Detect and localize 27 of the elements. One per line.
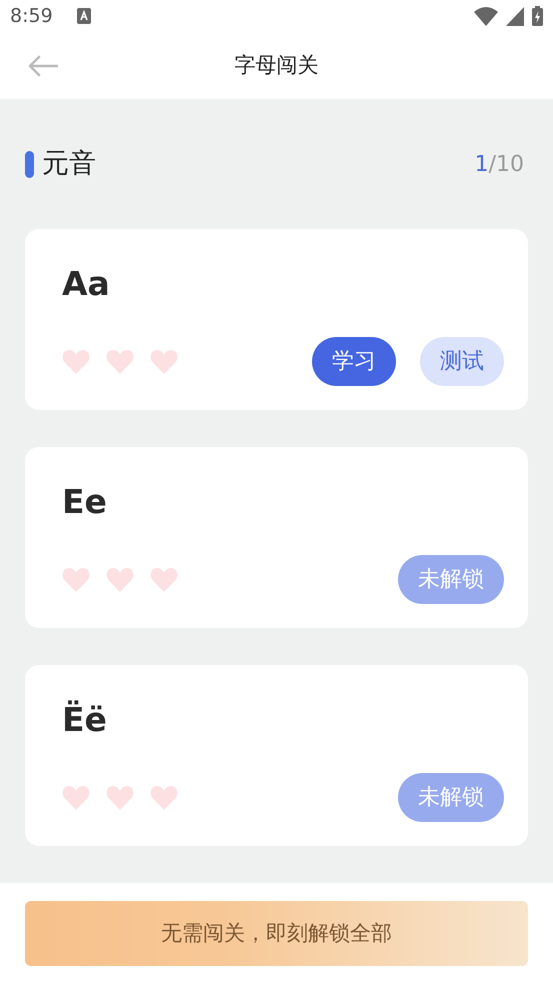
progress-total: /10 [488, 150, 524, 178]
heart-icon [106, 785, 134, 810]
back-icon[interactable] [28, 54, 58, 77]
letter-title: Ee [62, 485, 108, 518]
status-time: 8:59 [10, 4, 53, 29]
page-title: 字母闯关 [234, 52, 318, 79]
test-button[interactable]: 测试 [420, 337, 504, 386]
heart-icon [106, 349, 134, 374]
keyboard-icon [76, 8, 91, 24]
heart-icon [106, 567, 134, 592]
heart-icon [62, 567, 90, 592]
section-title: 元音 [42, 146, 96, 181]
letter-title: Aa [62, 267, 111, 300]
heart-icon [150, 567, 178, 592]
heart-icon [62, 785, 90, 810]
locked-button[interactable]: 未解锁 [398, 555, 504, 604]
progress-current: 1 [474, 150, 489, 178]
heart-icon [62, 349, 90, 374]
heart-icon [150, 785, 178, 810]
battery-icon [532, 6, 543, 26]
unlock-all-button[interactable]: 无需闯关，即刻解锁全部 [25, 901, 528, 966]
locked-button[interactable]: 未解锁 [398, 773, 504, 822]
wifi-icon [474, 6, 498, 26]
section-marker [25, 150, 34, 178]
heart-icon [150, 349, 178, 374]
learn-button[interactable]: 学习 [312, 337, 396, 386]
signal-icon [506, 6, 524, 26]
